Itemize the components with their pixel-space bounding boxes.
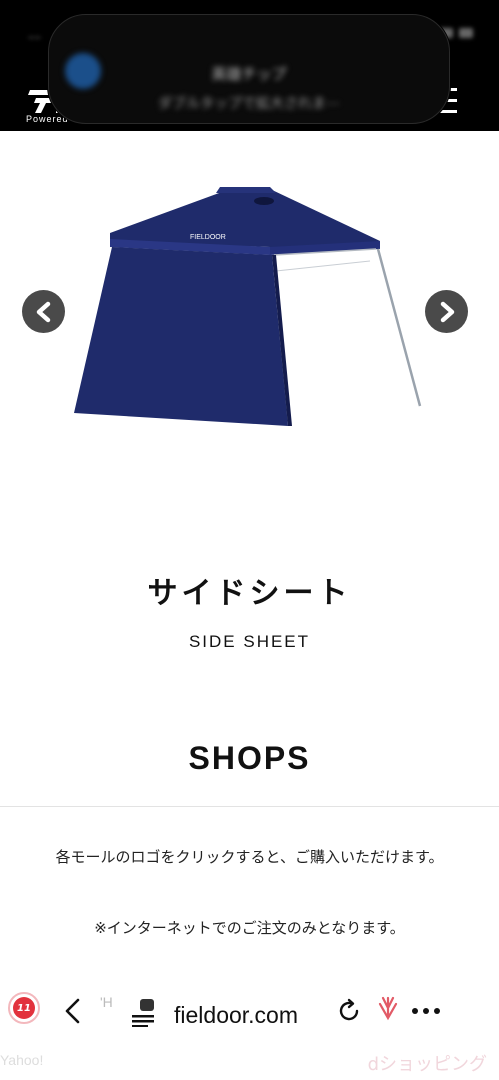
carousel-prev-button[interactable] [22,290,65,333]
back-arrow-icon[interactable] [60,996,86,1026]
more-options-button[interactable] [408,998,444,1024]
site-header: –– Powered by 英雄チップ ダブルタップで拡大されま⋯ [0,0,499,131]
notification-title: 英雄チップ [211,65,287,83]
dot-icon [412,1008,418,1014]
browser-toolbar: 11 'H fieldoor.com Yahoo! dショッピング [0,968,499,1080]
favicon-label: 11 [13,997,35,1019]
product-title: サイドシート [147,576,352,611]
tent-product-image[interactable]: FIELDOOR [70,181,430,431]
tab-thumbnail[interactable]: 'H [100,994,113,1010]
notification-body: ダブルタップで拡大されま⋯ [158,96,340,112]
notification-banner[interactable]: 英雄チップ ダブルタップで拡大されま⋯ [48,14,450,124]
faded-shop-right: dショッピング [367,1054,487,1075]
dot-icon [423,1008,429,1014]
dot-icon [434,1008,440,1014]
section-divider [0,806,499,807]
url-display[interactable]: fieldoor.com [174,1002,298,1029]
faded-shop-logos: Yahoo! dショッピング [0,1050,499,1080]
shops-description: 各モールのロゴをクリックすると、ご購入いただけます。 [55,848,444,866]
product-subtitle: SIDE SHEET [188,632,311,651]
status-time: –– [28,30,41,45]
chevron-left-icon [36,301,50,322]
reader-page-icon[interactable] [130,997,158,1027]
carousel-next-button[interactable] [425,290,468,333]
shopping-extension-icon[interactable] [374,994,402,1024]
product-carousel: FIELDOOR [0,131,499,531]
battery-icon [459,28,473,38]
shops-note: ※インターネットでのご注文のみとなります。 [94,919,405,937]
chevron-right-icon [440,301,454,322]
reload-icon[interactable] [336,998,362,1024]
svg-text:FIELDOOR: FIELDOOR [190,234,226,241]
shops-heading: SHOPS [188,740,311,776]
faded-shop-left: Yahoo! [0,1052,44,1068]
site-favicon-icon[interactable]: 11 [8,992,40,1024]
